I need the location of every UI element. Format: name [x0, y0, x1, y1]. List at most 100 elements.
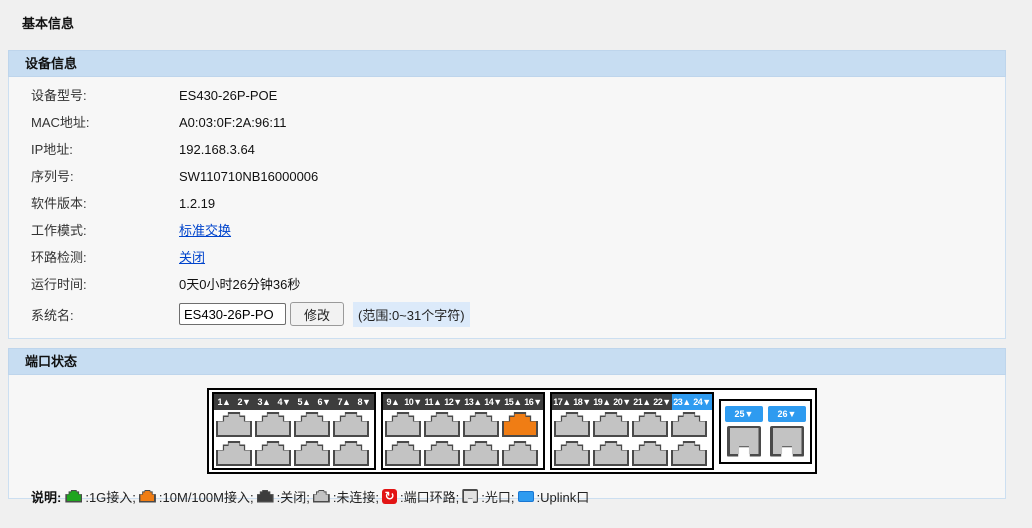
- port-row: [383, 439, 543, 468]
- port-group-header: 17▲18▼19▲20▼21▲22▼23▲24▼: [552, 394, 712, 410]
- port-group: 9▲10▼11▲12▼13▲14▼15▲16▼: [381, 392, 545, 470]
- legend-uplink-icon: [518, 491, 534, 502]
- device-info-row-label: 环路检测:: [9, 244, 179, 271]
- port-row: [214, 410, 374, 439]
- port-21-icon[interactable]: [632, 412, 668, 437]
- port-status-body: 1▲2▼3▲4▼5▲6▼7▲8▼9▲10▼11▲12▼13▲14▼15▲16▼1…: [8, 375, 1006, 499]
- port-14-icon[interactable]: [463, 441, 499, 466]
- port-number-label-25: 25▼: [725, 406, 763, 422]
- port-13-icon[interactable]: [463, 412, 499, 437]
- port-16-icon[interactable]: [502, 441, 538, 466]
- port-number-label-17: 17▲: [552, 394, 572, 410]
- port-9-icon[interactable]: [385, 412, 421, 437]
- port-8-icon[interactable]: [333, 441, 369, 466]
- port-group: 1▲2▼3▲4▼5▲6▼7▲8▼: [212, 392, 376, 470]
- port-19-icon[interactable]: [593, 412, 629, 437]
- legend-label: :端口环路;: [400, 487, 459, 506]
- port-number-label-14: 14▼: [483, 394, 503, 410]
- port-3-icon[interactable]: [255, 412, 291, 437]
- port-7-icon[interactable]: [333, 412, 369, 437]
- device-info-header: 设备信息: [8, 50, 1006, 77]
- port-number-label-13: 13▲: [463, 394, 483, 410]
- port-number-label-10: 10▼: [403, 394, 423, 410]
- device-info-row-label: 软件版本:: [9, 190, 179, 217]
- device-info-row-label: MAC地址:: [9, 109, 179, 136]
- port-row: [383, 410, 543, 439]
- device-info-row-label: 设备型号:: [9, 82, 179, 109]
- port-15-icon[interactable]: [502, 412, 538, 437]
- port-11-icon[interactable]: [424, 412, 460, 437]
- port-group-header: 9▲10▼11▲12▼13▲14▼15▲16▼: [383, 394, 543, 410]
- port-number-label-2: 2▼: [234, 394, 254, 410]
- port-6-icon[interactable]: [294, 441, 330, 466]
- device-info-row-value: SW110710NB16000006: [179, 169, 318, 184]
- port-group: 17▲18▼19▲20▼21▲22▼23▲24▼: [550, 392, 714, 470]
- port-10-icon[interactable]: [385, 441, 421, 466]
- port-25-icon[interactable]: [727, 426, 761, 457]
- legend-closed: :关闭;: [257, 487, 311, 506]
- device-info-row-value: ES430-26P-POE: [179, 88, 277, 103]
- port-diagram: 1▲2▼3▲4▼5▲6▼7▲8▼9▲10▼11▲12▼13▲14▼15▲16▼1…: [207, 388, 817, 474]
- port-23-icon[interactable]: [671, 412, 707, 437]
- port-5-icon[interactable]: [294, 412, 330, 437]
- sfp-port-group: 25▼26▼: [719, 399, 812, 464]
- port-number-label-5: 5▲: [294, 394, 314, 410]
- port-18-icon[interactable]: [554, 441, 590, 466]
- port-number-label-6: 6▼: [314, 394, 334, 410]
- port-12-icon[interactable]: [424, 441, 460, 466]
- legend-uplink: :Uplink口: [518, 487, 591, 506]
- port-20-icon[interactable]: [593, 441, 629, 466]
- device-info-row-value: A0:03:0F:2A:96:11: [179, 115, 286, 130]
- legend-unconnected: :未连接;: [313, 487, 380, 506]
- port-4-icon[interactable]: [255, 441, 291, 466]
- device-info-row-label: 运行时间:: [9, 271, 179, 298]
- device-info-row-value[interactable]: 标准交换: [179, 223, 231, 238]
- legend-100m-icon: [139, 490, 156, 503]
- modify-button[interactable]: 修改: [290, 302, 344, 326]
- port-row: [552, 410, 712, 439]
- device-info-row-label: 序列号:: [9, 163, 179, 190]
- port-group-header: 1▲2▼3▲4▼5▲6▼7▲8▼: [214, 394, 374, 410]
- port-number-label-11: 11▲: [423, 394, 443, 410]
- port-number-label-9: 9▲: [383, 394, 403, 410]
- system-name-row: 系统名: 修改 (范围:0~31个字符): [9, 298, 1005, 330]
- port-row: [552, 439, 712, 468]
- legend-1g-icon: [65, 490, 82, 503]
- port-legend: 说明: :1G接入;:10M/100M接入;:关闭;:未连接;↻:端口环路;:光…: [31, 487, 1005, 505]
- port-status-header: 端口状态: [8, 348, 1006, 375]
- legend-fiber-icon: [462, 489, 478, 503]
- device-info-row-value: 192.168.3.64: [179, 142, 255, 157]
- port-legend-items: :1G接入; :10M/100M接入;:关闭; :未连接;↻:端口环路; :光口; :U…: [65, 487, 592, 506]
- port-number-label-7: 7▲: [334, 394, 354, 410]
- port-number-label-19: 19▲: [592, 394, 612, 410]
- legend-100m: :10M/100M接入;: [139, 487, 255, 506]
- port-number-label-18: 18▼: [572, 394, 592, 410]
- device-info-row: MAC地址:A0:03:0F:2A:96:11: [9, 109, 1005, 136]
- port-2-icon[interactable]: [216, 441, 252, 466]
- device-info-row-label: IP地址:: [9, 136, 179, 163]
- device-info-row: 工作模式:标准交换: [9, 217, 1005, 244]
- system-name-input[interactable]: [179, 303, 286, 325]
- port-24-icon[interactable]: [671, 441, 707, 466]
- port-17-icon[interactable]: [554, 412, 590, 437]
- device-info-panel: 设备信息 设备型号:ES430-26P-POEMAC地址:A0:03:0F:2A…: [8, 50, 1006, 339]
- device-info-row-value: 0天0小时26分钟36秒: [179, 277, 300, 292]
- system-name-label: 系统名:: [9, 305, 179, 324]
- port-1-icon[interactable]: [216, 412, 252, 437]
- device-info-row: 运行时间:0天0小时26分钟36秒: [9, 271, 1005, 298]
- legend-label: :1G接入;: [85, 487, 136, 506]
- device-info-row-value[interactable]: 关闭: [179, 250, 205, 265]
- port-number-label-12: 12▼: [443, 394, 463, 410]
- legend-label: :Uplink口: [537, 487, 590, 506]
- legend-port-loop-icon: ↻: [382, 489, 397, 504]
- port-26-icon[interactable]: [770, 426, 804, 457]
- device-info-row: 环路检测:关闭: [9, 244, 1005, 271]
- legend-label: :10M/100M接入;: [159, 487, 254, 506]
- port-22-icon[interactable]: [632, 441, 668, 466]
- legend-label: :光口;: [481, 487, 514, 506]
- legend-label: :未连接;: [333, 487, 379, 506]
- port-number-label-3: 3▲: [254, 394, 274, 410]
- port-row: [214, 439, 374, 468]
- port-number-label-22: 22▼: [652, 394, 672, 410]
- port-number-label-4: 4▼: [274, 394, 294, 410]
